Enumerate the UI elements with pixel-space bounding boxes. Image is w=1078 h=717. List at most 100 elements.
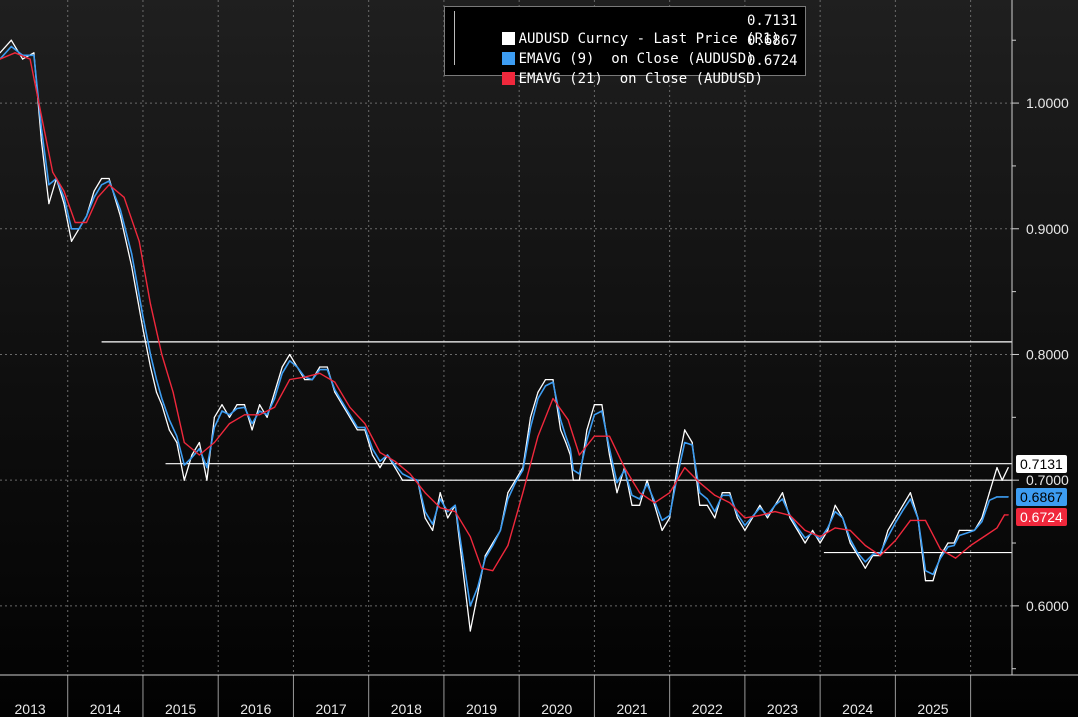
data-point-2-24 — [319, 372, 321, 374]
data-point-0-92 — [699, 504, 701, 506]
data-point-1-56 — [439, 498, 441, 500]
data-point-0-32 — [259, 404, 261, 406]
data-point-0-25 — [206, 479, 208, 481]
legend-row-ema9: EMAVG (9) on Close (AUDUSD) 0.6867 — [451, 32, 798, 67]
legend-swatch-ema21 — [501, 72, 515, 85]
data-point-2-66 — [939, 548, 942, 550]
data-point-2-42 — [578, 454, 581, 456]
data-point-0-94 — [714, 517, 716, 519]
data-point-0-17 — [149, 366, 152, 368]
data-point-0-34 — [274, 391, 276, 393]
data-point-1-130 — [981, 521, 983, 523]
y-tick-label-1: 0.9000 — [1026, 221, 1069, 237]
data-point-1-85 — [646, 483, 648, 485]
data-point-2-38 — [522, 492, 524, 494]
data-point-1-37 — [296, 366, 298, 368]
data-point-1-131 — [988, 499, 991, 501]
data-point-0-84 — [639, 504, 641, 506]
data-point-2-30 — [409, 473, 411, 475]
data-point-1-111 — [842, 517, 844, 519]
data-point-0-13 — [108, 177, 110, 180]
series-line-0 — [0, 39, 1009, 632]
data-point-2-48 — [669, 492, 671, 494]
data-point-1-20 — [168, 419, 170, 421]
data-point-1-94 — [714, 511, 716, 513]
data-point-2-3 — [40, 115, 43, 117]
data-point-1-67 — [522, 469, 524, 471]
data-point-0-86 — [654, 504, 656, 506]
data-point-2-19 — [243, 414, 246, 416]
data-point-1-91 — [691, 444, 693, 446]
data-point-1-88 — [669, 514, 671, 517]
data-point-1-84 — [639, 498, 641, 500]
data-point-1-27 — [221, 410, 223, 412]
data-point-2-7 — [85, 221, 88, 224]
data-point-0-120 — [909, 492, 912, 494]
legend-label-ema21: EMAVG (21) on Close (AUDUSD) — [518, 71, 764, 87]
legend-row-ema21: EMAVG (21) on Close (AUDUSD) 0.6724 — [451, 52, 798, 87]
data-point-2-51 — [714, 494, 716, 496]
data-point-1-22 — [183, 464, 185, 466]
data-point-2-55 — [774, 511, 776, 513]
data-point-2-70 — [996, 527, 998, 529]
data-point-2-63 — [894, 539, 897, 542]
x-tick-label-0: 2013 — [15, 701, 46, 717]
data-point-2-59 — [834, 527, 836, 529]
data-point-0-95 — [721, 492, 723, 494]
legend-row-price: AUDUSD Curncy - Last Price (R1) 0.7131 — [451, 12, 798, 47]
data-point-1-41 — [326, 369, 328, 371]
data-point-0-47 — [371, 454, 373, 456]
data-point-2-62 — [879, 555, 881, 557]
data-point-0-71 — [552, 379, 554, 381]
data-point-2-4 — [52, 171, 54, 173]
data-point-2-53 — [744, 517, 746, 519]
data-point-1-109 — [827, 527, 829, 529]
data-point-1-24 — [198, 448, 200, 450]
y-tick-label-3: 0.7000 — [1026, 472, 1069, 488]
data-point-1-33 — [266, 414, 268, 416]
data-point-0-35 — [281, 366, 283, 368]
data-point-1-87 — [661, 519, 663, 522]
data-point-0-16 — [142, 328, 144, 330]
data-point-0-24 — [198, 441, 200, 444]
data-point-0-89 — [676, 467, 678, 469]
data-point-2-26 — [349, 406, 351, 408]
data-point-0-109 — [827, 529, 829, 532]
data-point-1-71 — [552, 381, 554, 383]
axis-layer: 1.0000 0.9000 0.8000 0.7000 0.6000 2013 2014 20… — [0, 0, 1078, 717]
data-point-0-4 — [40, 140, 43, 142]
data-point-0-26 — [213, 416, 215, 418]
data-point-2-28 — [379, 451, 381, 454]
y-tick-label-2: 0.8000 — [1026, 346, 1069, 362]
data-point-1-30 — [243, 406, 246, 408]
data-point-2-72 — [1007, 514, 1009, 516]
data-point-1-134 — [1007, 496, 1009, 498]
data-point-0-28 — [228, 416, 231, 418]
data-point-1-132 — [996, 496, 998, 498]
data-point-2-47 — [654, 502, 656, 504]
data-point-0-134 — [1007, 467, 1009, 469]
price-tag-last: 0.7131 — [1016, 454, 1067, 473]
x-tick-label-3: 2016 — [240, 701, 271, 717]
data-point-0-112 — [849, 542, 851, 544]
data-point-0-127 — [958, 529, 960, 532]
data-point-0-51 — [401, 479, 404, 481]
data-point-1-92 — [699, 492, 701, 494]
y-tick-label-0: 1.0000 — [1026, 95, 1069, 111]
data-point-0-114 — [864, 567, 866, 569]
data-point-0-110 — [834, 504, 836, 506]
data-point-1-127 — [958, 534, 960, 537]
data-point-0-21 — [176, 441, 178, 444]
data-point-2-23 — [304, 376, 306, 378]
data-point-1-29 — [236, 407, 238, 410]
x-tick-label-8: 2021 — [616, 701, 647, 717]
data-point-0-45 — [356, 429, 358, 431]
data-point-2-6 — [74, 221, 76, 224]
data-point-1-55 — [432, 523, 434, 525]
data-point-2-31 — [424, 492, 426, 494]
data-point-1-106 — [804, 537, 806, 539]
data-point-0-93 — [706, 504, 708, 506]
data-point-1-51 — [401, 473, 404, 475]
data-point-2-56 — [789, 514, 791, 517]
data-point-1-133 — [1001, 496, 1003, 498]
